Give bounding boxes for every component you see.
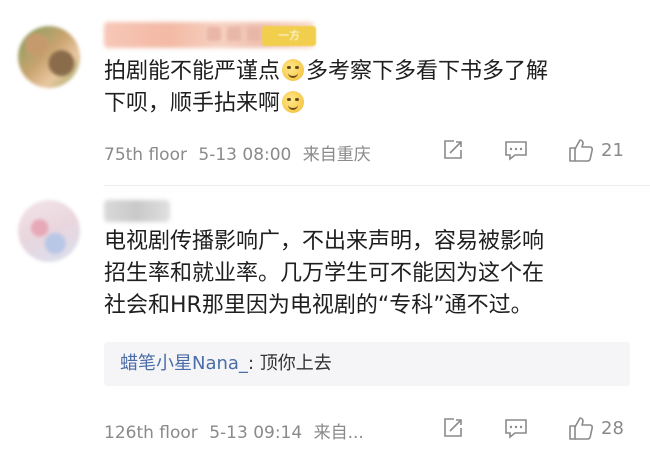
timestamp: 5-13 08:00 bbox=[198, 145, 292, 165]
thinking-emoji-icon bbox=[282, 91, 305, 113]
comment-line: 电视剧传播影响广，不出来声明，容易被影响 bbox=[104, 229, 545, 254]
comment-line: 拍剧能不能严谨点 多考察下多看下书多了解 bbox=[104, 59, 549, 84]
comment-icon bbox=[505, 419, 527, 439]
timestamp: 5-13 09:14 bbox=[209, 423, 303, 443]
fan-badge: 一方 bbox=[262, 26, 316, 46]
comment-line: 招生率和就业率。几万学生可不能因为这个在 bbox=[104, 261, 545, 286]
comment-icon bbox=[505, 141, 527, 161]
share-button[interactable] bbox=[441, 138, 465, 162]
thumbs-up-icon bbox=[569, 417, 594, 440]
floor-number: 126th floor bbox=[104, 423, 198, 443]
share-icon bbox=[444, 140, 462, 159]
sub-reply[interactable]: 蜡笔小星Nana_: 顶你上去 bbox=[104, 342, 630, 386]
like-count: 28 bbox=[601, 417, 624, 439]
location: 来自... bbox=[313, 423, 364, 443]
comment-item: 一方 拍剧能不能严谨点 多考察下多看下书多了解 下呗，顺手拈来啊 75th flo… bbox=[0, 0, 650, 186]
comment-text: 拍剧能不能严谨点 多考察下多看下书多了解 下呗，顺手拈来啊 bbox=[104, 56, 624, 120]
avatar[interactable] bbox=[18, 26, 80, 88]
reply-button[interactable] bbox=[503, 138, 529, 162]
share-button[interactable] bbox=[441, 416, 465, 440]
reply-text: 顶你上去 bbox=[259, 353, 332, 374]
reply-button[interactable] bbox=[503, 416, 529, 440]
comment-text: 电视剧传播影响广，不出来声明，容易被影响 招生率和就业率。几万学生可不能因为这个… bbox=[104, 226, 624, 322]
location: 来自重庆 bbox=[302, 145, 371, 165]
comment-line: 下呗，顺手拈来啊 bbox=[104, 88, 624, 120]
smiley-emoji-icon bbox=[282, 59, 305, 81]
comment-line: 社会和HR那里因为电视剧的“专科”通不过。 bbox=[104, 293, 533, 318]
like-button[interactable]: 21 bbox=[567, 137, 624, 163]
avatar[interactable] bbox=[18, 200, 80, 262]
username-blurred[interactable] bbox=[104, 200, 170, 222]
share-icon bbox=[444, 418, 462, 437]
reply-separator: : bbox=[247, 353, 260, 374]
comment-item: 电视剧传播影响广，不出来声明，容易被影响 招生率和就业率。几万学生可不能因为这个… bbox=[0, 186, 650, 462]
reply-username[interactable]: 蜡笔小星Nana_ bbox=[120, 353, 248, 374]
comment-meta: 126th floor 5-13 09:14 来自... bbox=[104, 418, 370, 443]
thumbs-up-icon bbox=[569, 139, 594, 162]
comment-meta: 75th floor 5-13 08:00 来自重庆 bbox=[104, 140, 377, 165]
floor-number: 75th floor bbox=[104, 145, 187, 165]
like-count: 21 bbox=[601, 139, 624, 161]
like-button[interactable]: 28 bbox=[567, 415, 624, 441]
